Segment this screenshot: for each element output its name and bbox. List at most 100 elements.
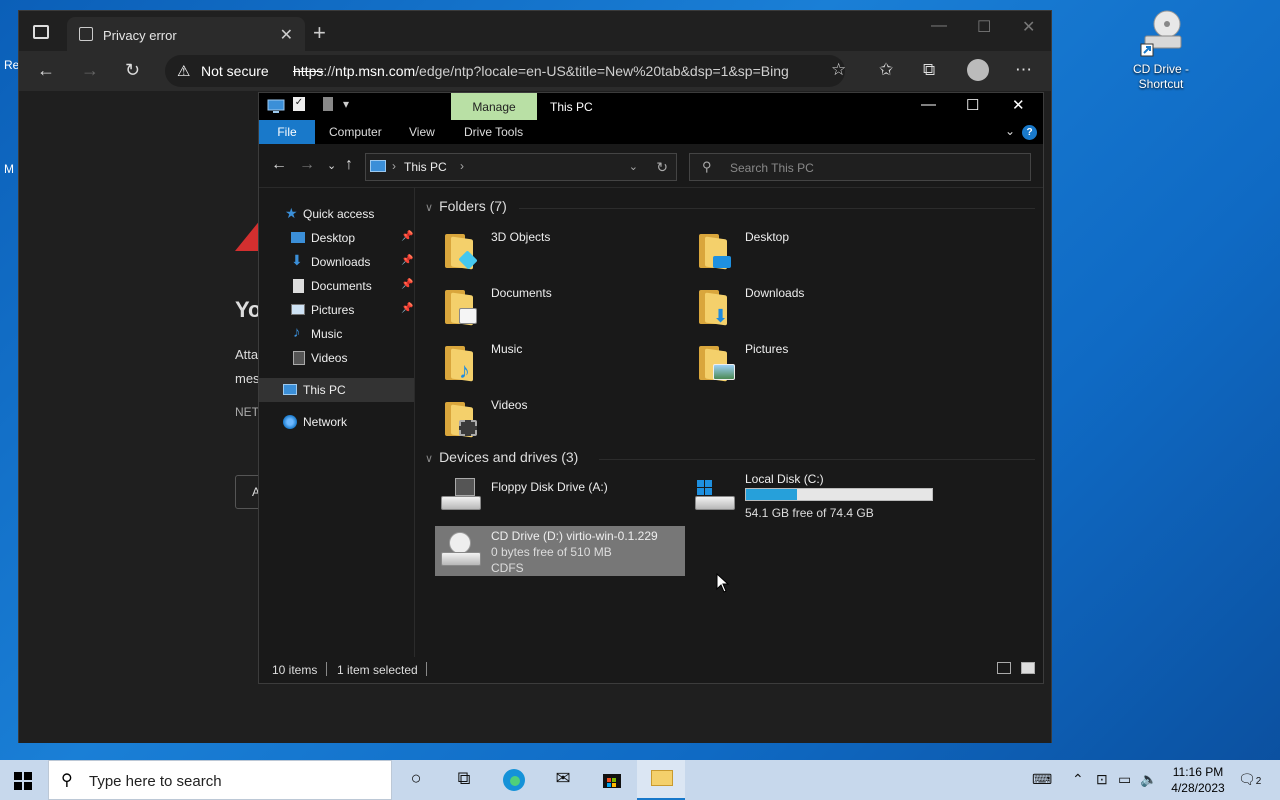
- cortana-icon[interactable]: ○: [404, 768, 428, 792]
- cd-drive-icon: [1137, 10, 1185, 58]
- chevron-down-icon[interactable]: ∨: [425, 202, 433, 214]
- drive-floppy-a[interactable]: Floppy Disk Drive (A:): [435, 476, 685, 528]
- sidebar-item-downloads[interactable]: ⬇ Downloads 📌: [259, 250, 414, 274]
- add-favorite-icon[interactable]: ☆: [831, 60, 846, 80]
- mail-icon[interactable]: ✉: [551, 768, 575, 792]
- folder-name: Music: [491, 342, 523, 356]
- chevron-up-icon[interactable]: ⌃: [1072, 771, 1084, 788]
- more-icon[interactable]: ⋯: [1015, 60, 1032, 80]
- chevron-right-icon[interactable]: ›: [460, 159, 464, 173]
- volume-muted-icon[interactable]: 🔈: [1140, 771, 1157, 788]
- network-status-icon[interactable]: ▭: [1118, 771, 1131, 788]
- drive-cd-d[interactable]: CD Drive (D:) virtio-win-0.1.229 0 bytes…: [435, 526, 685, 576]
- edge-icon[interactable]: [502, 768, 526, 792]
- expand-ribbon-icon[interactable]: ⌄: [1005, 124, 1015, 138]
- search-box[interactable]: ⚲ Search This PC: [689, 153, 1031, 181]
- folder-documents[interactable]: Documents: [435, 282, 685, 334]
- tab-file[interactable]: File: [259, 120, 315, 144]
- details-view-icon[interactable]: [997, 662, 1011, 674]
- address-breadcrumb[interactable]: › This PC › ⌄ ↻: [365, 153, 677, 181]
- system-clock[interactable]: 11:16 PM 4/28/2023: [1162, 764, 1234, 796]
- recent-locations-icon[interactable]: ⌄: [327, 159, 336, 172]
- this-pc-icon: [267, 99, 285, 113]
- address-bar[interactable]: ⚠ Not secure https://ntp.msn.com/edge/nt…: [165, 55, 845, 87]
- edge-tab-privacy-error[interactable]: Privacy error ✕: [67, 17, 305, 51]
- tab-drive-tools[interactable]: Drive Tools: [454, 120, 533, 144]
- file-explorer-taskbar-button[interactable]: [637, 760, 685, 800]
- sidebar-item-network[interactable]: Network: [259, 410, 414, 434]
- maximize-icon[interactable]: ☐: [966, 96, 979, 114]
- search-placeholder: Search This PC: [730, 161, 814, 175]
- sidebar-item-quick-access[interactable]: ★ Quick access: [259, 202, 414, 226]
- folder-desktop[interactable]: Desktop: [689, 226, 939, 278]
- tab-actions-icon[interactable]: [33, 25, 49, 39]
- drive-local-c[interactable]: Local Disk (C:) 54.1 GB free of 74.4 GB: [689, 472, 939, 520]
- chevron-down-icon[interactable]: ⌄: [629, 160, 638, 173]
- tab-computer[interactable]: Computer: [319, 120, 392, 144]
- store-icon[interactable]: [600, 768, 624, 792]
- chevron-down-icon[interactable]: ∨: [425, 453, 433, 465]
- up-icon[interactable]: ↑: [345, 156, 353, 174]
- sidebar-item-this-pc[interactable]: This PC: [259, 378, 414, 402]
- refresh-icon[interactable]: ↻: [656, 159, 668, 176]
- minimize-icon[interactable]: —: [931, 17, 947, 35]
- folder-pictures[interactable]: Pictures: [689, 338, 939, 390]
- clock-time: 11:16 PM: [1172, 765, 1224, 779]
- music-note-icon: ♪: [293, 324, 301, 341]
- windows-start-icon[interactable]: [14, 772, 32, 790]
- search-icon: ⚲: [702, 159, 712, 174]
- properties-icon[interactable]: ✓: [293, 97, 305, 111]
- device-icon[interactable]: ⊡: [1096, 771, 1108, 788]
- sidebar-item-documents[interactable]: Documents 📌: [259, 274, 414, 298]
- sidebar-item-music[interactable]: ♪ Music: [259, 322, 414, 346]
- url-text[interactable]: https://ntp.msn.com/edge/ntp?locale=en-U…: [293, 63, 789, 79]
- sidebar-item-pictures[interactable]: Pictures 📌: [259, 298, 414, 322]
- this-pc-icon: [370, 160, 386, 172]
- collections-icon[interactable]: ⧉: [923, 60, 935, 80]
- taskbar-search-box[interactable]: ⚲ Type here to search: [48, 760, 392, 800]
- close-icon[interactable]: ✕: [1012, 96, 1025, 114]
- back-icon[interactable]: ←: [37, 60, 55, 81]
- close-icon[interactable]: ✕: [1022, 17, 1035, 37]
- manage-context-tab[interactable]: Manage: [451, 93, 537, 120]
- new-folder-icon[interactable]: [323, 97, 333, 111]
- tab-view[interactable]: View: [399, 120, 445, 144]
- documents-folder-icon: [445, 284, 477, 326]
- keyboard-icon[interactable]: ⌨: [1032, 771, 1052, 788]
- new-tab-icon[interactable]: +: [313, 20, 326, 46]
- forward-icon[interactable]: →: [81, 60, 99, 81]
- pin-icon[interactable]: 📌: [401, 279, 413, 290]
- breadcrumb-this-pc[interactable]: This PC: [404, 160, 447, 174]
- navigation-pane: ★ Quick access Desktop 📌 ⬇ Downloads 📌 D…: [259, 188, 415, 658]
- back-icon[interactable]: ←: [271, 156, 287, 174]
- network-icon: [283, 415, 297, 429]
- forward-icon[interactable]: →: [299, 156, 315, 174]
- refresh-icon[interactable]: ↻: [125, 60, 140, 81]
- group-header-devices[interactable]: ∨ Devices and drives (3): [425, 449, 578, 465]
- large-icons-view-icon[interactable]: [1021, 662, 1035, 674]
- notification-center-icon[interactable]: 🗨2: [1238, 771, 1261, 788]
- pin-icon[interactable]: 📌: [401, 231, 413, 242]
- folder-downloads[interactable]: ⬇ Downloads: [689, 282, 939, 334]
- favorites-icon[interactable]: ✩: [879, 60, 893, 80]
- customize-toolbar-icon[interactable]: ▾: [343, 97, 349, 111]
- profile-avatar[interactable]: [967, 59, 989, 81]
- desktop-icon-cd-drive-shortcut[interactable]: CD Drive - Shortcut: [1128, 10, 1194, 92]
- maximize-icon[interactable]: ☐: [977, 17, 991, 37]
- pin-icon[interactable]: 📌: [401, 303, 413, 314]
- pin-icon[interactable]: 📌: [401, 255, 413, 266]
- security-status[interactable]: Not secure: [201, 63, 269, 79]
- chevron-right-icon[interactable]: ›: [392, 159, 396, 173]
- task-view-icon[interactable]: ⧉: [452, 768, 476, 792]
- desktop-icon-label-partial-2: M: [4, 162, 14, 176]
- help-icon[interactable]: ?: [1022, 125, 1037, 140]
- tab-close-icon[interactable]: ✕: [280, 25, 293, 45]
- minimize-icon[interactable]: —: [921, 96, 936, 113]
- folder-music[interactable]: ♪ Music: [435, 338, 685, 390]
- group-header-folders[interactable]: ∨ Folders (7): [425, 198, 507, 214]
- sidebar-item-videos[interactable]: Videos: [259, 346, 414, 370]
- warning-icon[interactable]: ⚠: [177, 62, 190, 80]
- folder-videos[interactable]: Videos: [435, 394, 685, 446]
- sidebar-item-desktop[interactable]: Desktop 📌: [259, 226, 414, 250]
- folder-3d-objects[interactable]: 3D Objects: [435, 226, 685, 278]
